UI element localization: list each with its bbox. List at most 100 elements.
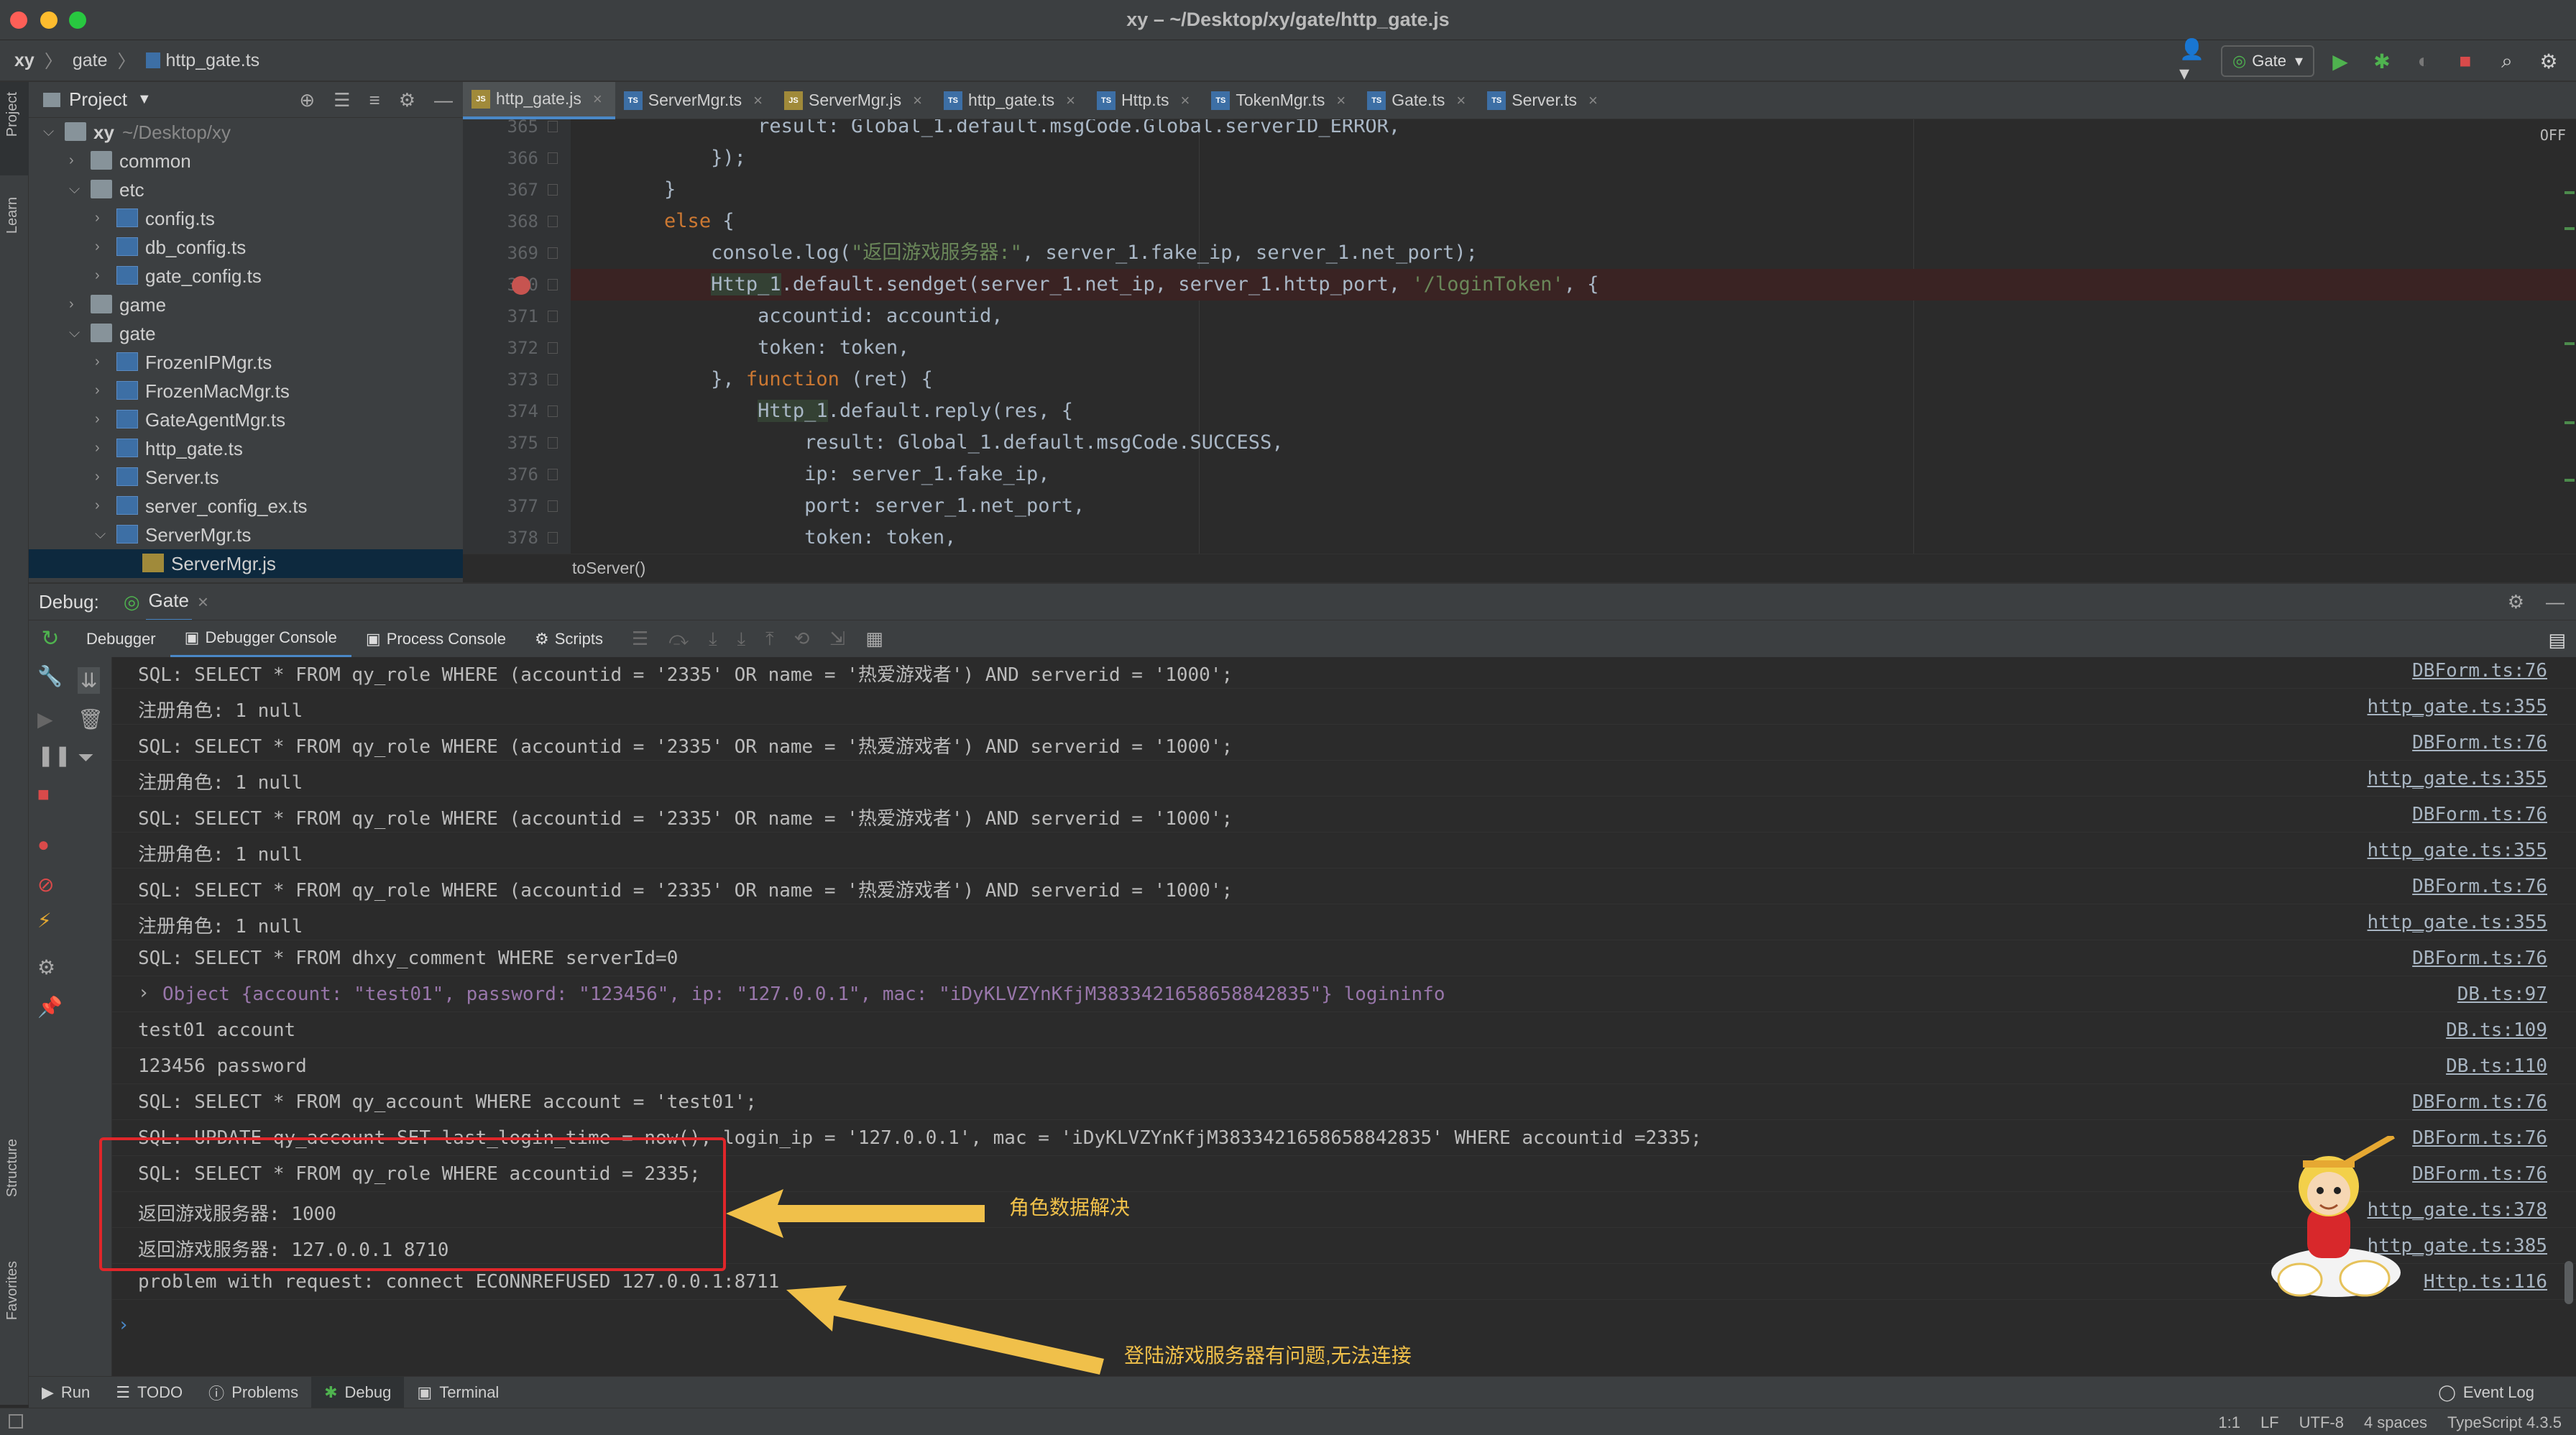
editor-tab[interactable]: JS ServerMgr.js × xyxy=(776,82,935,119)
fold-marker-icon[interactable] xyxy=(548,405,558,417)
panel-settings-gear-icon[interactable]: ⚙ xyxy=(399,89,415,111)
wrench-icon[interactable]: 🔧 xyxy=(37,664,63,688)
close-tab-icon[interactable]: × xyxy=(753,91,763,110)
view-breakpoints-icon[interactable]: ● xyxy=(37,833,50,856)
close-tab-icon[interactable]: × xyxy=(593,90,602,109)
hide-debug-panel-icon[interactable]: — xyxy=(2546,591,2564,613)
drop-frame-icon[interactable]: ⟲ xyxy=(794,628,810,650)
scroll-to-end-icon[interactable]: ⇊ xyxy=(78,667,101,694)
line-separator[interactable]: LF xyxy=(2260,1413,2279,1432)
tree-item[interactable]: ⌵ ServerMgr.ts xyxy=(29,521,463,549)
tree-item[interactable]: › Server.ts xyxy=(29,463,463,492)
source-link[interactable]: http_gate.ts:355 xyxy=(2368,768,2547,789)
function-breadcrumb[interactable]: toServer() xyxy=(572,559,645,578)
chevron-right-icon[interactable]: › xyxy=(95,469,100,485)
tree-item[interactable]: › gate_config.ts xyxy=(29,262,463,290)
fold-marker-icon[interactable] xyxy=(548,279,558,290)
close-tab-icon[interactable]: × xyxy=(1066,91,1075,110)
editor-tab[interactable]: TS ServerMgr.ts × xyxy=(615,82,776,119)
console-prompt-icon[interactable]: › xyxy=(118,1314,129,1336)
problems-tool-tab[interactable]: ⓘ Problems xyxy=(196,1377,311,1408)
run-tool-tab[interactable]: ▶ Run xyxy=(29,1377,103,1408)
source-link[interactable]: http_gate.ts:355 xyxy=(2368,840,2547,861)
step-into-icon[interactable]: ⤓ xyxy=(709,628,717,651)
tree-item[interactable]: › http_gate.ts xyxy=(29,434,463,463)
tree-item[interactable]: ⌵ xy ~/Desktop/xy xyxy=(29,118,463,147)
source-link[interactable]: http_gate.ts:355 xyxy=(2368,696,2547,718)
fold-marker-icon[interactable] xyxy=(548,152,558,164)
debug-tab[interactable]: Debugger xyxy=(72,620,170,658)
source-link[interactable]: DB.ts:109 xyxy=(2446,1019,2547,1041)
breadcrumb-folder[interactable]: gate xyxy=(73,50,108,71)
tree-item[interactable]: ⌵ etc xyxy=(29,175,463,204)
breakpoint-icon[interactable] xyxy=(512,276,530,295)
minimize-window-button[interactable] xyxy=(40,12,58,29)
tree-item[interactable]: › FrozenIPMgr.ts xyxy=(29,348,463,377)
language-version[interactable]: TypeScript 4.3.5 xyxy=(2447,1413,2562,1432)
editor-tab[interactable]: TS Server.ts × xyxy=(1478,82,1611,119)
pause-icon[interactable]: ❚❚ xyxy=(37,743,71,767)
fold-marker-icon[interactable] xyxy=(548,216,558,227)
breadcrumb-project[interactable]: xy xyxy=(14,50,34,71)
chevron-right-icon[interactable]: › xyxy=(95,267,100,284)
file-encoding[interactable]: UTF-8 xyxy=(2299,1413,2344,1432)
chevron-right-icon[interactable]: › xyxy=(69,152,74,169)
fold-marker-icon[interactable] xyxy=(548,247,558,259)
close-tab-icon[interactable]: × xyxy=(1181,91,1190,110)
tree-item[interactable]: › common xyxy=(29,147,463,175)
toggle-tool-windows-icon[interactable] xyxy=(9,1414,23,1429)
chevron-right-icon[interactable]: › xyxy=(95,354,100,370)
fold-marker-icon[interactable] xyxy=(548,184,558,196)
project-tool-tab[interactable]: Project xyxy=(4,92,21,137)
debug-settings-gear-icon[interactable]: ⚙ xyxy=(2508,591,2524,613)
debug-session-tab[interactable]: Gate xyxy=(145,582,192,622)
close-tab-icon[interactable]: × xyxy=(1456,91,1466,110)
step-out-icon[interactable]: ⤒ xyxy=(765,628,774,651)
chevron-down-icon[interactable]: ⌵ xyxy=(43,124,54,140)
close-tab-icon[interactable]: × xyxy=(1588,91,1598,110)
breadcrumb-file[interactable]: http_gate.ts xyxy=(166,50,260,71)
source-link[interactable]: Http.ts:116 xyxy=(2424,1271,2547,1293)
source-link[interactable]: DB.ts:97 xyxy=(2457,984,2547,1005)
run-icon[interactable]: ▶ xyxy=(2324,45,2356,77)
debug-tab[interactable]: ▣ Debugger Console xyxy=(170,620,351,658)
source-link[interactable]: DBForm.ts:76 xyxy=(2412,804,2547,825)
editor-tab[interactable]: TS Http.ts × xyxy=(1088,82,1202,119)
tree-item[interactable]: › server_config_ex.ts xyxy=(29,492,463,521)
tree-item[interactable]: › config.ts xyxy=(29,204,463,233)
source-link[interactable]: DBForm.ts:76 xyxy=(2412,948,2547,969)
editor-tab[interactable]: TS TokenMgr.ts × xyxy=(1202,82,1358,119)
fold-marker-icon[interactable] xyxy=(548,121,558,132)
debug-tool-tab[interactable]: ✱ Debug xyxy=(311,1376,405,1408)
favorites-tool-tab[interactable]: Favorites xyxy=(4,1261,21,1320)
project-panel-title[interactable]: Project xyxy=(69,88,127,111)
user-icon[interactable]: 👤▾ xyxy=(2179,38,2211,84)
source-link[interactable]: DBForm.ts:76 xyxy=(2412,1091,2547,1113)
chevron-right-icon[interactable]: › xyxy=(95,382,100,399)
force-step-into-icon[interactable]: ⤓ xyxy=(737,628,746,651)
chevron-down-icon[interactable]: ⌵ xyxy=(95,526,106,543)
run-to-cursor-icon[interactable]: ⇲ xyxy=(829,628,845,650)
debug-tab[interactable]: ▣ Process Console xyxy=(351,620,520,658)
source-link[interactable]: DBForm.ts:76 xyxy=(2412,876,2547,897)
layout-icon[interactable]: ▤ xyxy=(2548,629,2566,651)
list-icon[interactable]: ☰ xyxy=(632,628,648,650)
source-link[interactable]: DBForm.ts:76 xyxy=(2412,660,2547,682)
chevron-right-icon[interactable]: › xyxy=(69,296,74,313)
step-over-icon[interactable]: ⤼ xyxy=(668,628,689,651)
tree-item[interactable]: ⌵ gate xyxy=(29,319,463,348)
console-scrollbar[interactable] xyxy=(2564,1261,2573,1304)
fold-marker-icon[interactable] xyxy=(548,374,558,385)
source-link[interactable]: DBForm.ts:76 xyxy=(2412,1127,2547,1149)
fold-marker-icon[interactable] xyxy=(548,311,558,322)
coverage-icon[interactable]: ◐ xyxy=(2408,45,2439,77)
terminal-tool-tab[interactable]: ▣ Terminal xyxy=(404,1377,512,1408)
chevron-right-icon[interactable]: › xyxy=(95,239,100,255)
chevron-down-icon[interactable]: ▼ xyxy=(137,91,152,108)
console-text[interactable]: Object {account: "test01", password: "12… xyxy=(162,984,1445,1005)
structure-tool-tab[interactable]: Structure xyxy=(4,1139,21,1197)
maximize-window-button[interactable] xyxy=(69,12,86,29)
editor-tab[interactable]: TS http_gate.ts × xyxy=(935,82,1088,119)
lightning-icon[interactable]: ⚡ xyxy=(37,909,52,932)
hide-panel-icon[interactable]: — xyxy=(434,89,453,111)
